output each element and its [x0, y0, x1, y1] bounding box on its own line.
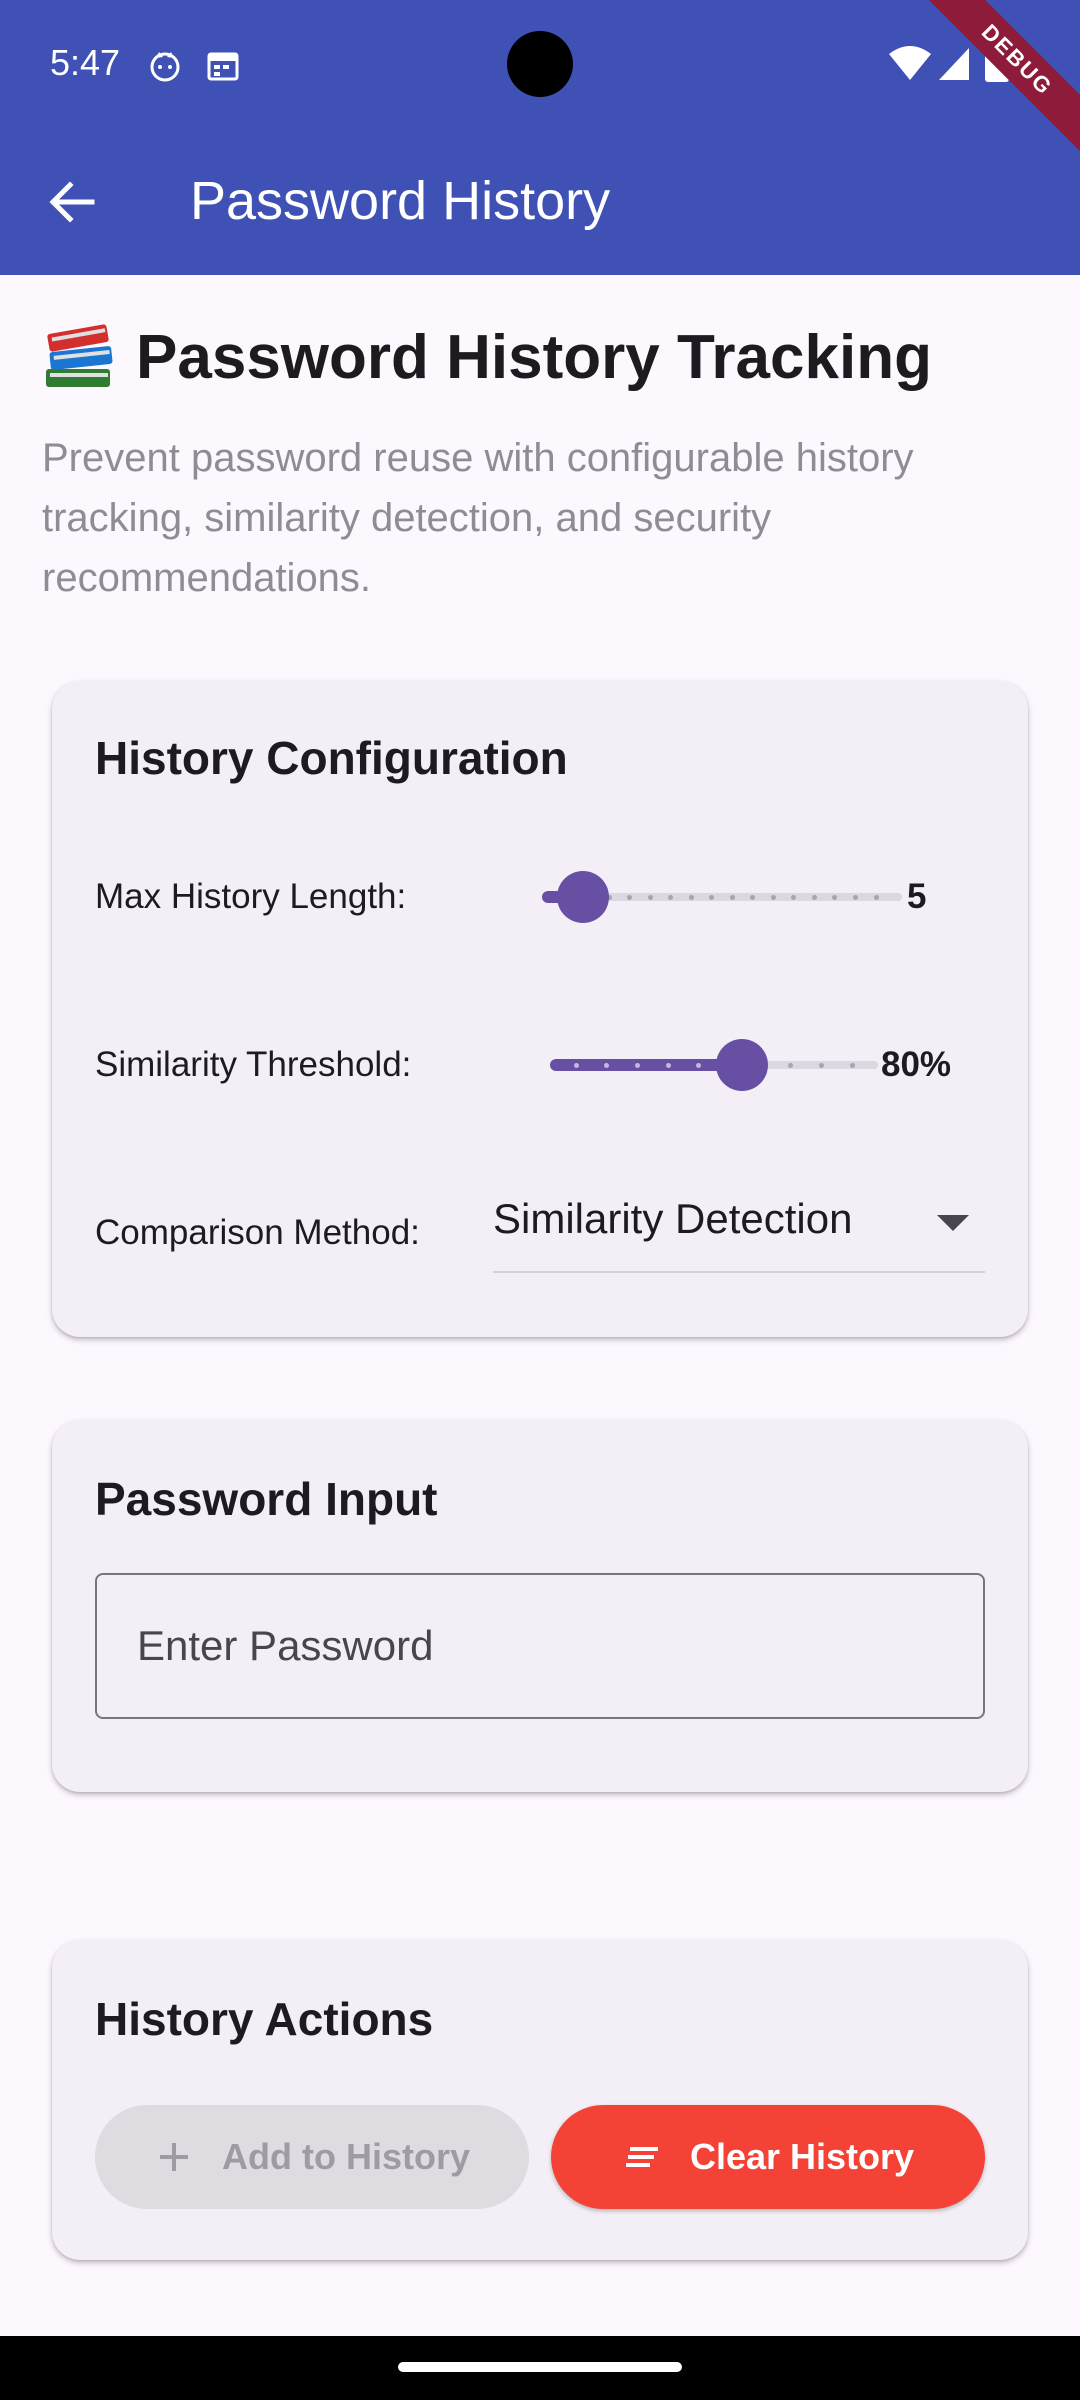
camera-cutout — [507, 31, 573, 97]
clear-history-label: Clear History — [689, 2136, 915, 2177]
dropdown-arrow-icon — [937, 1215, 969, 1231]
app-bar: Password History — [0, 126, 1080, 275]
slider-tick — [770, 895, 776, 900]
cell-signal-icon — [939, 48, 969, 80]
slider-thumb[interactable] — [557, 871, 610, 923]
comparison-method-selected: Similarity Detection — [493, 1195, 853, 1242]
clear-history-button[interactable]: Clear History — [551, 2105, 985, 2209]
status-bar: 5:47 — [0, 0, 1080, 126]
history-configuration-card: History Configuration Max History Length… — [52, 681, 1028, 1337]
slider-tick — [688, 895, 694, 900]
page-title: Password History Tracking — [42, 322, 932, 393]
max-history-label: Max History Length: — [95, 877, 407, 916]
history-configuration-title: History Configuration — [95, 732, 568, 784]
slider-thumb[interactable] — [715, 1039, 768, 1091]
max-history-value: 5 — [907, 877, 927, 916]
calendar-notification-icon — [207, 52, 239, 81]
app-bar-title: Password History — [190, 171, 611, 231]
history-actions-card: History Actions Add to History Clear His… — [52, 1940, 1028, 2260]
slider-tick — [665, 1063, 671, 1068]
slider-tick — [573, 1063, 579, 1068]
add-to-history-label: Add to History — [222, 2136, 470, 2177]
slider-track-active — [550, 1059, 742, 1071]
max-history-slider[interactable] — [542, 867, 902, 927]
system-navigation-bar — [0, 2336, 1080, 2400]
page-description: Prevent password reuse with configurable… — [42, 436, 914, 600]
password-input-card: Password Input — [52, 1420, 1028, 1792]
slider-tick — [873, 895, 879, 900]
slider-tick — [818, 1063, 824, 1068]
similarity-threshold-value: 80% — [881, 1045, 952, 1084]
clear-all-icon — [625, 2147, 658, 2167]
cat-notification-icon — [150, 52, 180, 82]
similarity-threshold-label: Similarity Threshold: — [95, 1045, 412, 1084]
page-title-text: Password History Tracking — [136, 323, 932, 392]
plus-icon — [160, 2143, 188, 2171]
back-arrow-icon[interactable] — [42, 172, 102, 232]
password-input-field[interactable] — [95, 1573, 985, 1719]
similarity-threshold-slider[interactable] — [550, 1035, 878, 1095]
slider-tick — [852, 895, 858, 900]
home-indicator[interactable] — [398, 2362, 682, 2372]
slider-tick — [849, 1063, 855, 1068]
screen: 5:47 DEBUG Password History Password His… — [0, 0, 1080, 2400]
slider-tick — [729, 895, 735, 900]
history-actions-title: History Actions — [95, 1993, 434, 2045]
add-to-history-button[interactable]: Add to History — [95, 2105, 529, 2209]
status-time: 5:47 — [50, 42, 121, 83]
slider-tick — [647, 895, 653, 900]
comparison-method-label: Comparison Method: — [95, 1213, 420, 1252]
slider-tick — [811, 895, 817, 900]
password-input-title: Password Input — [95, 1473, 438, 1525]
books-icon — [46, 323, 113, 387]
slider-tick — [634, 1063, 640, 1068]
comparison-method-dropdown[interactable]: Similarity Detection — [493, 1183, 985, 1273]
wifi-icon — [889, 46, 931, 80]
